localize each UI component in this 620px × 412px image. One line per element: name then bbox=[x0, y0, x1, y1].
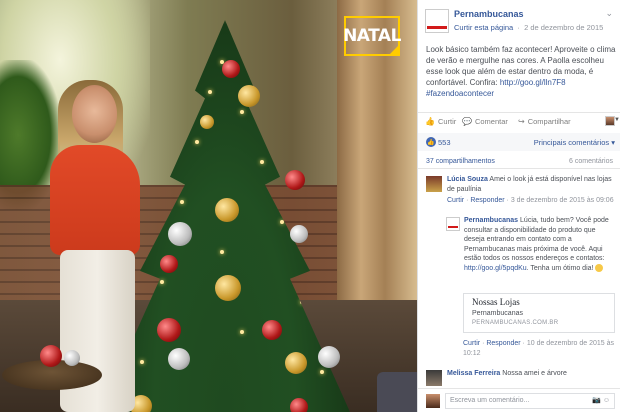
comment: Lúcia Souza Amei o look já está disponív… bbox=[418, 173, 620, 213]
like-badge-icon: 👍 bbox=[426, 137, 436, 147]
ornament bbox=[215, 198, 239, 222]
ornament bbox=[238, 85, 260, 107]
comment: Melissa Ferreira Nossa amei e árvore bbox=[418, 364, 620, 386]
chair bbox=[377, 372, 417, 412]
comment-author[interactable]: Lúcia Souza bbox=[447, 176, 488, 183]
comment-label: Comentar bbox=[474, 117, 508, 126]
link-preview-card[interactable]: Nossas Lojas Pernambucanas PERNAMBUCANAS… bbox=[463, 293, 615, 333]
caret-down-icon[interactable]: ▼ bbox=[614, 117, 620, 123]
comment-icon: 💬 bbox=[462, 117, 472, 126]
comment-input[interactable]: Escreva um comentário... 📷 ☺ bbox=[445, 393, 615, 409]
ornament bbox=[262, 320, 282, 340]
comment-date[interactable]: 3 de dezembro de 2015 às 09:06 bbox=[511, 197, 614, 204]
like-label: Curtir bbox=[437, 117, 457, 126]
ornament bbox=[215, 275, 241, 301]
link-card-title: Nossas Lojas bbox=[472, 297, 520, 307]
share-icon: ↪ bbox=[518, 117, 525, 126]
comment-meta: Curtir · Responder · 3 de dezembro de 20… bbox=[447, 197, 614, 204]
like-button[interactable]: 👍 Curtir bbox=[425, 117, 456, 126]
comment-text: Nossa amei e árvore bbox=[500, 370, 567, 377]
reply-reply-link[interactable]: Responder bbox=[486, 340, 520, 347]
post-actions: 👍 Curtir 💬 Comentar ↪ Compartilhar ▼ bbox=[418, 112, 620, 130]
ornament bbox=[290, 398, 308, 412]
top-comments-label: Principais comentários bbox=[533, 138, 610, 147]
commenter-avatar[interactable] bbox=[426, 370, 442, 386]
ornament bbox=[318, 346, 340, 368]
write-comment-bar: Escreva um comentário... 📷 ☺ bbox=[418, 388, 620, 412]
commenter-avatar[interactable] bbox=[426, 176, 442, 192]
ornament bbox=[40, 345, 62, 367]
reply-like-link[interactable]: Curtir bbox=[463, 340, 480, 347]
reply-comment: Pernambucanas Lúcia, tudo bem? Você pode… bbox=[418, 214, 620, 354]
viewer-avatar bbox=[426, 394, 440, 408]
ornament bbox=[160, 255, 178, 273]
top-comments-dropdown[interactable]: Principais comentários ▾ bbox=[534, 138, 615, 147]
post-hashtag[interactable]: #fazendoacontecer bbox=[426, 89, 494, 98]
comment-button[interactable]: 💬 Comentar bbox=[462, 117, 508, 126]
post-photo[interactable]: NATAL bbox=[0, 0, 417, 412]
reply-meta: Curtir · Responder · 10 de dezembro de 2… bbox=[463, 340, 615, 357]
caret-down-icon: ▾ bbox=[611, 138, 615, 147]
like-page-link[interactable]: Curtir esta página bbox=[454, 23, 513, 32]
natal-badge: NATAL bbox=[343, 16, 401, 56]
page-avatar[interactable] bbox=[425, 9, 449, 33]
natal-badge-text: NATAL bbox=[343, 26, 401, 46]
page-name[interactable]: Pernambucanas bbox=[454, 9, 524, 19]
post-panel: Pernambucanas Curtir esta página · 2 de … bbox=[417, 0, 620, 412]
reply-text-end: . Tenha um ótimo dia! bbox=[526, 264, 596, 272]
comment-input-placeholder: Escreva um comentário... bbox=[450, 397, 530, 404]
ornament bbox=[285, 352, 307, 374]
comments-count[interactable]: 6 comentários bbox=[569, 158, 613, 165]
post-text: Look básico também faz acontecer! Aprove… bbox=[426, 44, 616, 99]
ornament bbox=[222, 60, 240, 78]
ornament bbox=[168, 348, 190, 370]
reply-author[interactable]: Pernambucanas bbox=[464, 217, 518, 224]
woman-face bbox=[72, 85, 117, 143]
share-stats: 37 compartilhamentos 6 comentários bbox=[418, 155, 620, 169]
comment-author[interactable]: Melissa Ferreira bbox=[447, 370, 500, 377]
page-reply-avatar[interactable] bbox=[446, 217, 460, 231]
comment-body: Lúcia Souza Amei o look já está disponív… bbox=[447, 175, 615, 194]
share-button[interactable]: ↪ Compartilhar bbox=[518, 117, 571, 126]
post-header: Pernambucanas Curtir esta página · 2 de … bbox=[418, 0, 620, 38]
chevron-down-icon[interactable]: ⌄ bbox=[605, 8, 613, 19]
comment-reply-link[interactable]: Responder bbox=[470, 197, 504, 204]
ornament bbox=[285, 170, 305, 190]
ornament bbox=[200, 115, 214, 129]
ornament bbox=[168, 222, 192, 246]
link-card-subtitle: Pernambucanas bbox=[472, 310, 523, 317]
reply-link[interactable]: http://goo.gl/5pqdKu bbox=[464, 265, 527, 272]
post-subline: Curtir esta página · 2 de dezembro de 20… bbox=[454, 23, 603, 32]
camera-icon[interactable]: 📷 ☺ bbox=[592, 396, 610, 404]
smile-emoji-icon bbox=[595, 263, 604, 272]
thumbs-up-icon: 👍 bbox=[425, 117, 435, 126]
ornament bbox=[290, 225, 308, 243]
separator-dot: · bbox=[515, 23, 522, 32]
ornament bbox=[157, 318, 181, 342]
ornament bbox=[64, 350, 80, 366]
shares-count[interactable]: 37 compartilhamentos bbox=[426, 158, 495, 165]
share-label: Compartilhar bbox=[527, 117, 571, 126]
post-date[interactable]: 2 de dezembro de 2015 bbox=[524, 23, 603, 32]
comment-body: Melissa Ferreira Nossa amei e árvore bbox=[447, 369, 615, 379]
woman-red-shirt bbox=[50, 145, 140, 255]
reply-body: Pernambucanas Lúcia, tudo bem? Você pode… bbox=[464, 216, 614, 273]
like-count[interactable]: 553 bbox=[438, 138, 451, 147]
comment-like-link[interactable]: Curtir bbox=[447, 197, 464, 204]
link-card-domain: PERNAMBUCANAS.COM.BR bbox=[472, 320, 559, 326]
post-link[interactable]: http://goo.gl/lln7F8 bbox=[500, 78, 566, 87]
likes-bar: 👍 553 Principais comentários ▾ bbox=[418, 133, 620, 151]
